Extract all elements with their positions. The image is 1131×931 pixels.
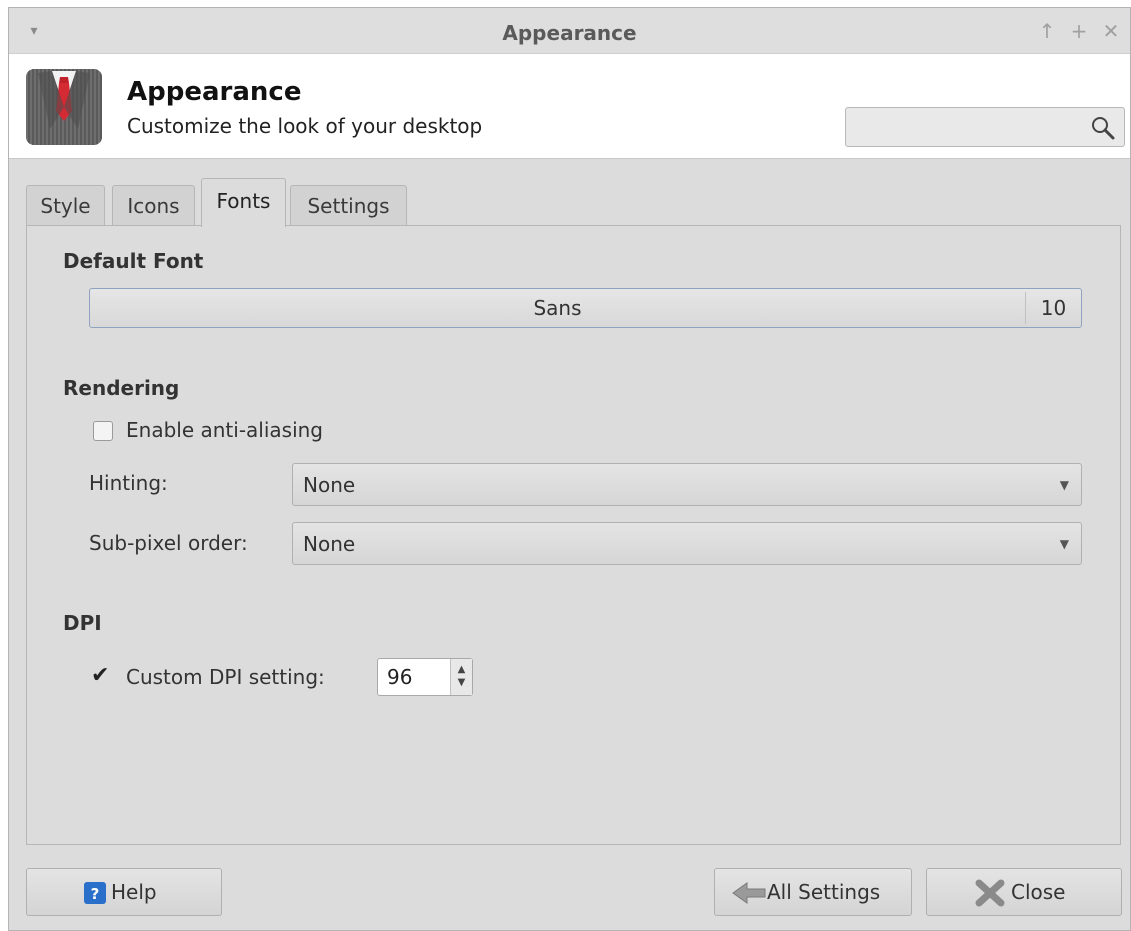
- all-settings-button[interactable]: All Settings: [714, 868, 912, 916]
- close-button-label: Close: [1011, 880, 1066, 904]
- tab-style-label: Style: [40, 194, 91, 218]
- all-settings-button-label: All Settings: [767, 880, 881, 904]
- back-arrow-icon: [732, 882, 766, 904]
- tab-settings[interactable]: Settings: [290, 185, 407, 226]
- default-font-button[interactable]: Sans 10: [89, 288, 1082, 328]
- maximize-button[interactable]: +: [1068, 20, 1090, 42]
- help-button[interactable]: ? Help: [26, 868, 222, 916]
- help-button-label: Help: [111, 880, 157, 904]
- close-button[interactable]: Close: [926, 868, 1122, 916]
- dpi-value: 96: [387, 665, 413, 689]
- header-title: Appearance: [127, 77, 302, 107]
- close-x-icon: [975, 879, 1005, 907]
- suit-icon: [26, 69, 102, 145]
- dpi-heading: DPI: [63, 611, 102, 635]
- tab-style[interactable]: Style: [26, 185, 105, 226]
- search-input[interactable]: [845, 107, 1125, 147]
- window-title: Appearance: [502, 21, 637, 45]
- subpixel-select[interactable]: None ▼: [292, 522, 1082, 565]
- hinting-value: None: [303, 473, 356, 497]
- header-subtitle: Customize the look of your desktop: [127, 114, 483, 138]
- magnifier-icon[interactable]: [1090, 115, 1116, 141]
- hinting-select[interactable]: None ▼: [292, 463, 1082, 506]
- custom-dpi-checkbox[interactable]: ✔: [91, 665, 109, 687]
- antialias-label[interactable]: Enable anti-aliasing: [126, 418, 323, 442]
- close-window-button[interactable]: ✕: [1100, 20, 1122, 42]
- subpixel-label: Sub-pixel order:: [89, 531, 248, 555]
- default-font-heading: Default Font: [63, 249, 204, 273]
- chevron-down-icon: ▼: [1059, 537, 1069, 551]
- font-name: Sans: [533, 296, 582, 320]
- svg-text:?: ?: [91, 885, 100, 903]
- tab-fonts-label: Fonts: [216, 189, 271, 213]
- subpixel-value: None: [303, 532, 356, 556]
- tab-icons[interactable]: Icons: [112, 185, 195, 226]
- appearance-window: ▾ Appearance ↑ + ✕ Appearance Customize …: [8, 7, 1131, 931]
- chevron-down-icon: ▼: [1059, 478, 1069, 492]
- tab-fonts[interactable]: Fonts: [201, 178, 286, 227]
- font-size: 10: [1025, 292, 1081, 324]
- hinting-label: Hinting:: [89, 471, 168, 495]
- tab-settings-label: Settings: [307, 194, 390, 218]
- rendering-heading: Rendering: [63, 376, 180, 400]
- fonts-panel: Default Font Sans 10 Rendering Enable an…: [26, 225, 1121, 845]
- help-icon: ?: [84, 882, 106, 904]
- antialias-checkbox[interactable]: [93, 421, 113, 441]
- tab-icons-label: Icons: [127, 194, 180, 218]
- spin-arrows-icon[interactable]: ▲ ▼: [450, 659, 472, 695]
- dpi-spinbutton[interactable]: 96 ▲ ▼: [377, 658, 473, 696]
- move-up-button[interactable]: ↑: [1036, 20, 1058, 42]
- title-bar: ▾ Appearance ↑ + ✕: [9, 8, 1130, 54]
- dialog-header: Appearance Customize the look of your de…: [9, 54, 1130, 159]
- custom-dpi-label[interactable]: Custom DPI setting:: [126, 665, 325, 689]
